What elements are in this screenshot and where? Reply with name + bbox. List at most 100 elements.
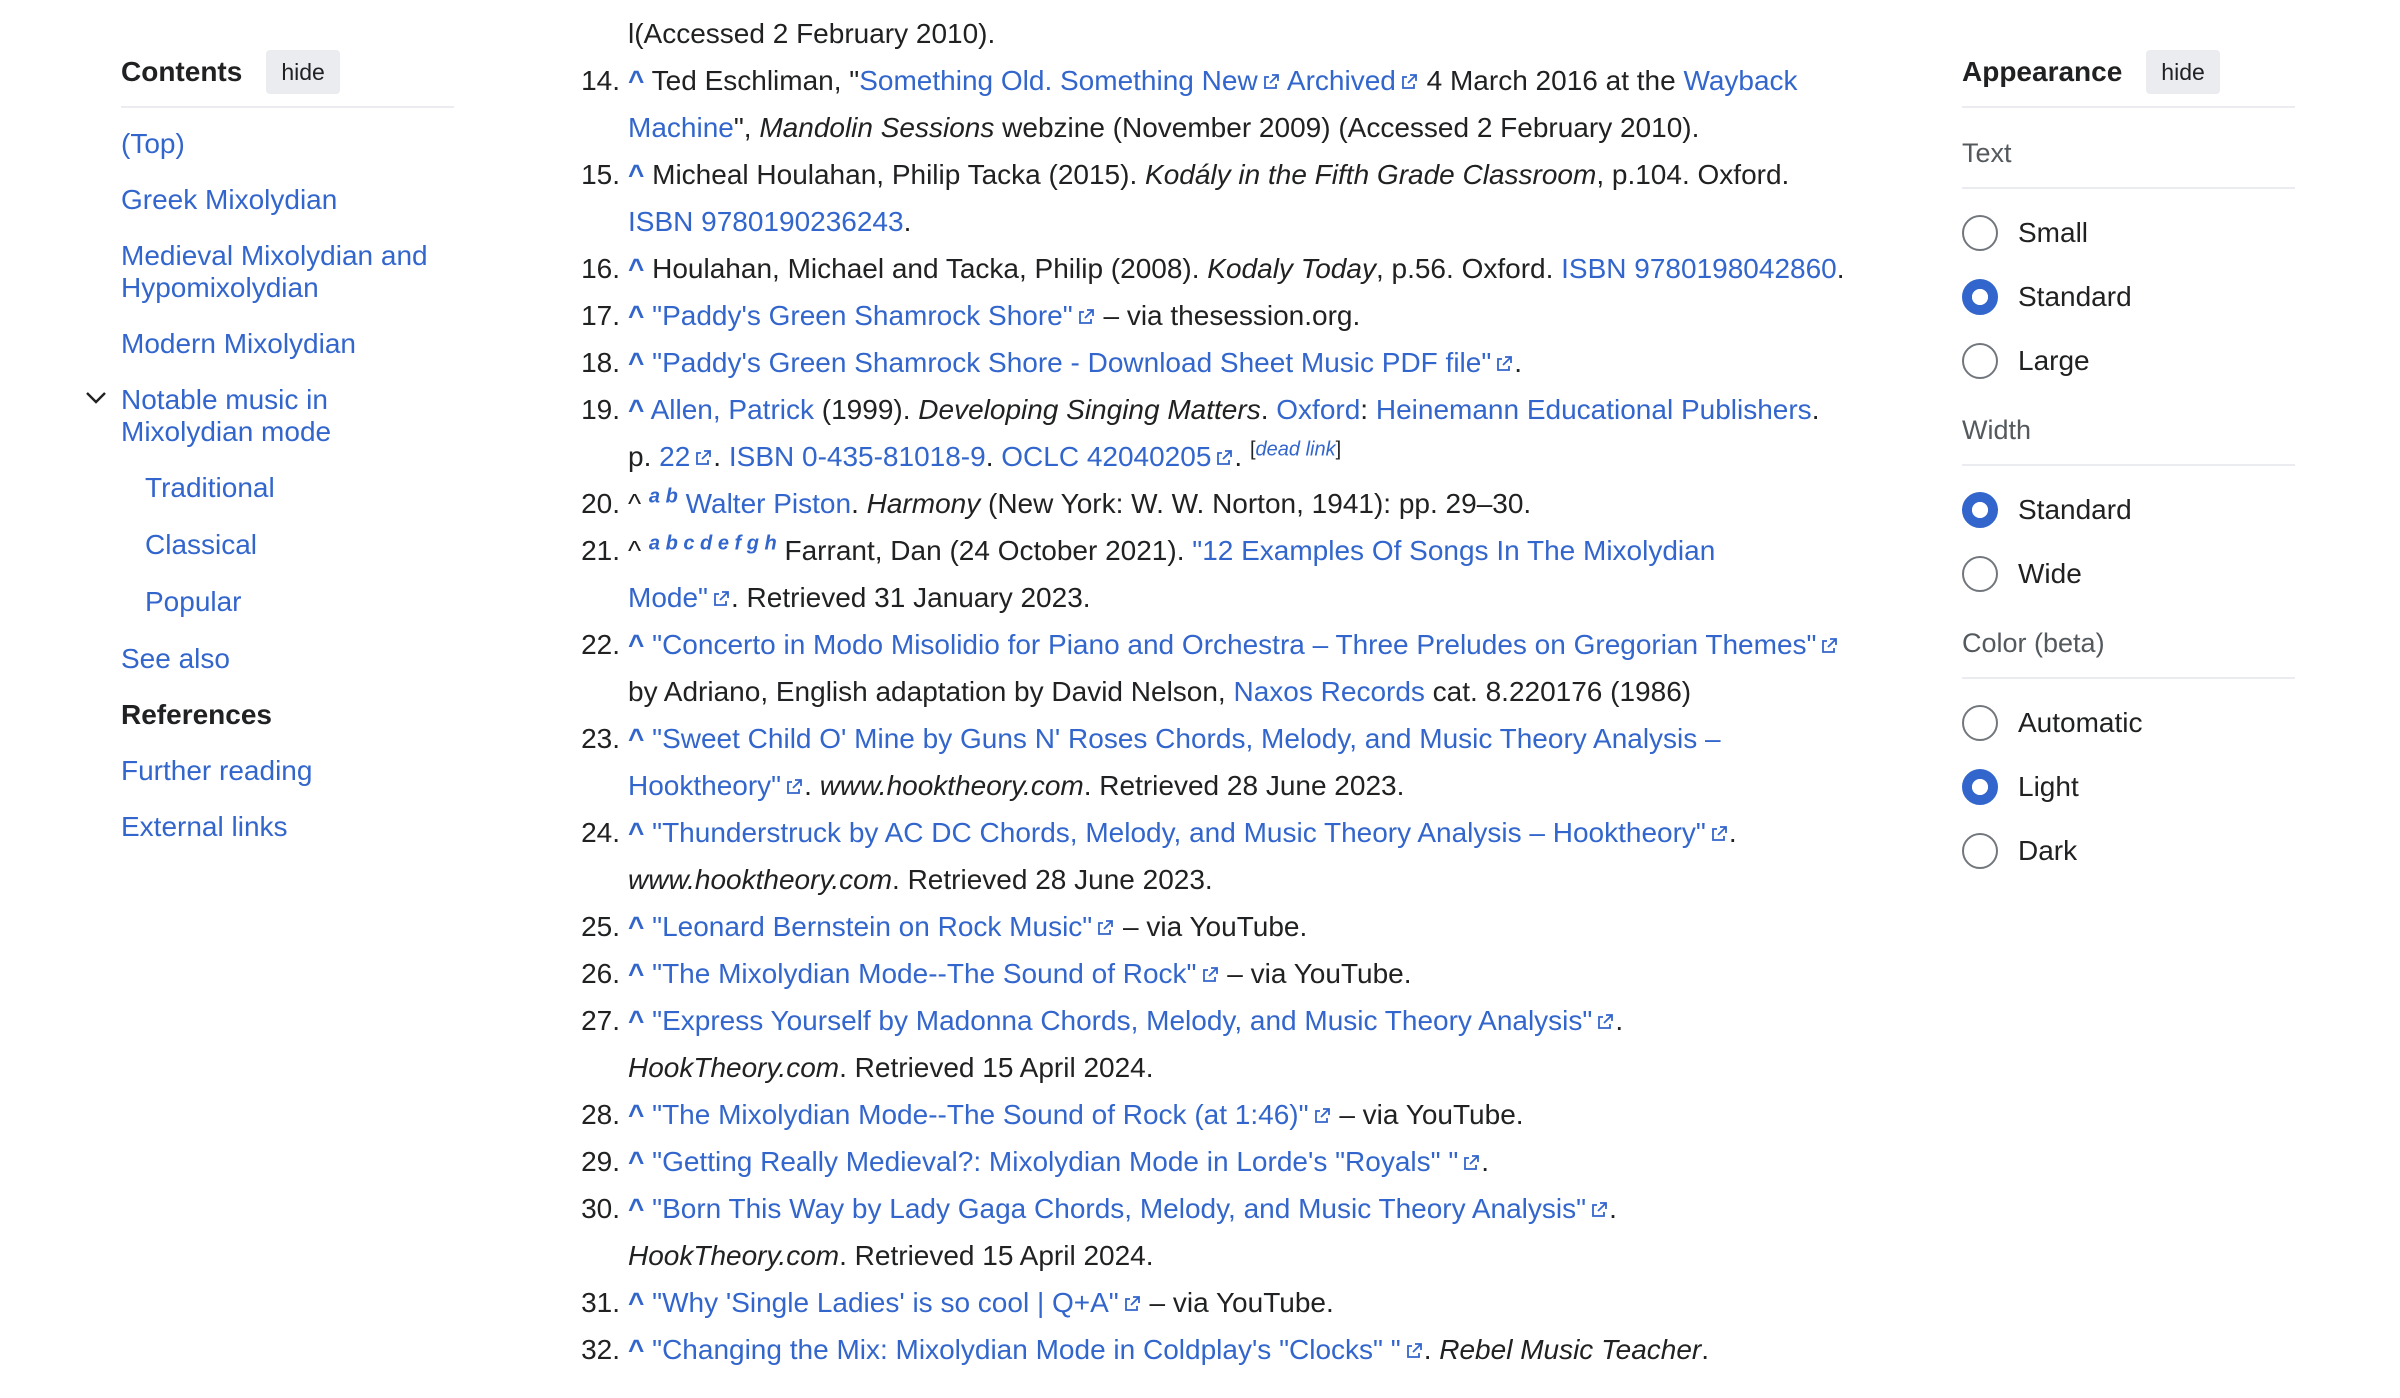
chevron-down-icon[interactable]: [83, 384, 109, 410]
reference-text: Ted Eschliman, ": [651, 65, 860, 96]
dead-link[interactable]: dead link: [1256, 439, 1336, 461]
toc-item-greek-mixolydian[interactable]: Greek Mixolydian: [121, 184, 454, 216]
reference-link[interactable]: "Why 'Single Ladies' is so cool | Q+A": [652, 1287, 1119, 1318]
backlink-caret: ^: [628, 535, 642, 566]
external-link-icon: [1461, 1153, 1481, 1173]
toc-item-classical[interactable]: Classical: [145, 529, 454, 561]
color-automatic-option[interactable]: Automatic: [1962, 691, 2295, 755]
reference-number: 22.: [581, 629, 620, 660]
backlink-caret[interactable]: ^: [628, 347, 644, 378]
radio-button-selected[interactable]: [1962, 279, 1998, 315]
backlink-caret[interactable]: ^: [628, 300, 644, 331]
toc-item-further-reading[interactable]: Further reading: [121, 755, 454, 787]
toc-item-see-also[interactable]: See also: [121, 643, 454, 675]
reference-link[interactable]: "Getting Really Medieval?: Mixolydian Mo…: [652, 1146, 1458, 1177]
toc-item-modern-mixolydian[interactable]: Modern Mixolydian: [121, 328, 454, 360]
radio-button-selected[interactable]: [1962, 492, 1998, 528]
reference-link[interactable]: "Thunderstruck by AC DC Chords, Melody, …: [652, 817, 1706, 848]
backlink-letters[interactable]: a b: [649, 486, 678, 508]
backlink-caret[interactable]: ^: [628, 394, 644, 425]
wayback-link[interactable]: Wayback: [1683, 65, 1797, 96]
backlink-caret[interactable]: ^: [628, 1146, 644, 1177]
backlink-caret[interactable]: ^: [628, 629, 644, 660]
reference-link[interactable]: "Concerto in Modo Misolidio for Piano an…: [652, 629, 1816, 660]
page-link[interactable]: 22: [659, 441, 690, 472]
radio-button[interactable]: [1962, 833, 1998, 869]
reference-text: .: [1481, 1146, 1490, 1177]
reference-text: l(Accessed 2 February 2010).: [628, 18, 996, 49]
backlink-letters[interactable]: a b c d e f g h: [649, 533, 777, 555]
isbn-link[interactable]: ISBN 9780190236243: [628, 206, 904, 237]
toc-item-traditional[interactable]: Traditional: [145, 472, 454, 504]
external-link-icon: [1076, 307, 1096, 327]
reference-item: 32. ^ "Changing the Mix: Mixolydian Mode…: [558, 1326, 1898, 1373]
reference-work-title: www.hooktheory.com: [819, 770, 1084, 801]
reference-number: 26.: [581, 958, 620, 989]
publisher-link[interactable]: Naxos Records: [1234, 676, 1425, 707]
color-dark-option[interactable]: Dark: [1962, 819, 2295, 883]
reference-link[interactable]: "Born This Way by Lady Gaga Chords, Melo…: [652, 1193, 1586, 1224]
reference-number: 31.: [581, 1287, 620, 1318]
wayback-link-cont[interactable]: Machine: [628, 112, 734, 143]
reference-link[interactable]: "12 Examples Of Songs In The Mixolydian: [1192, 535, 1715, 566]
reference-link-cont[interactable]: Hooktheory": [628, 770, 781, 801]
reference-link[interactable]: "Paddy's Green Shamrock Shore": [652, 300, 1073, 331]
reference-link[interactable]: "Leonard Bernstein on Rock Music": [652, 911, 1092, 942]
oclc-link[interactable]: OCLC 42040205: [1001, 441, 1211, 472]
reference-link[interactable]: "Express Yourself by Madonna Chords, Mel…: [652, 1005, 1592, 1036]
width-wide-option[interactable]: Wide: [1962, 542, 2295, 606]
reference-item: 26. ^ "The Mixolydian Mode--The Sound of…: [558, 950, 1898, 997]
reference-link-cont[interactable]: Mode": [628, 582, 708, 613]
backlink-caret[interactable]: ^: [628, 817, 644, 848]
toc-item-notable-music[interactable]: Notable music in Mixolydian mode: [121, 384, 331, 447]
toc-item-references-current[interactable]: References: [121, 699, 454, 731]
toc-item-top[interactable]: (Top): [121, 128, 454, 160]
radio-button[interactable]: [1962, 705, 1998, 741]
archived-link[interactable]: Archived: [1287, 65, 1396, 96]
radio-button[interactable]: [1962, 343, 1998, 379]
text-size-standard-option[interactable]: Standard: [1962, 265, 2295, 329]
radio-button-selected[interactable]: [1962, 769, 1998, 805]
radio-button[interactable]: [1962, 556, 1998, 592]
backlink-caret[interactable]: ^: [628, 1287, 644, 1318]
text-size-small-option[interactable]: Small: [1962, 201, 2295, 265]
backlink-caret[interactable]: ^: [628, 1005, 644, 1036]
backlink-caret[interactable]: ^: [628, 159, 644, 190]
reference-number: 17.: [581, 300, 620, 331]
author-link[interactable]: Walter Piston: [686, 488, 851, 519]
reference-text: – via YouTube.: [1331, 1099, 1524, 1130]
backlink-caret[interactable]: ^: [628, 958, 644, 989]
backlink-caret[interactable]: ^: [628, 1099, 644, 1130]
reference-link[interactable]: "Changing the Mix: Mixolydian Mode in Co…: [652, 1334, 1401, 1365]
reference-link[interactable]: Something Old. Something New: [859, 65, 1257, 96]
backlink-caret[interactable]: ^: [628, 65, 644, 96]
reference-link[interactable]: "Paddy's Green Shamrock Shore - Download…: [652, 347, 1491, 378]
isbn-link[interactable]: ISBN 9780198042860: [1561, 253, 1837, 284]
backlink-caret[interactable]: ^: [628, 1193, 644, 1224]
appearance-hide-button[interactable]: hide: [2146, 50, 2220, 94]
backlink-caret[interactable]: ^: [628, 723, 644, 754]
isbn-link[interactable]: ISBN 0-435-81018-9: [729, 441, 986, 472]
backlink-caret[interactable]: ^: [628, 911, 644, 942]
radio-button[interactable]: [1962, 215, 1998, 251]
reference-text: – via YouTube.: [1219, 958, 1412, 989]
width-standard-option[interactable]: Standard: [1962, 478, 2295, 542]
text-size-large-option[interactable]: Large: [1962, 329, 2295, 393]
reference-link[interactable]: "The Mixolydian Mode--The Sound of Rock …: [652, 1099, 1308, 1130]
toc-item-popular[interactable]: Popular: [145, 586, 454, 618]
author-link[interactable]: Allen, Patrick: [651, 394, 814, 425]
color-light-option[interactable]: Light: [1962, 755, 2295, 819]
reference-link[interactable]: "The Mixolydian Mode--The Sound of Rock": [652, 958, 1196, 989]
toc-hide-button[interactable]: hide: [266, 50, 340, 94]
external-link-icon: [1819, 636, 1839, 656]
reference-text: – via YouTube.: [1141, 1287, 1334, 1318]
publisher-link[interactable]: Heinemann Educational Publishers: [1376, 394, 1812, 425]
reference-number: 19.: [581, 394, 620, 425]
backlink-caret[interactable]: ^: [628, 253, 644, 284]
reference-item: 16. ^ Houlahan, Michael and Tacka, Phili…: [558, 245, 1898, 292]
reference-link[interactable]: "Sweet Child O' Mine by Guns N' Roses Ch…: [652, 723, 1720, 754]
toc-item-medieval-mixolydian[interactable]: Medieval Mixolydian and Hypomixolydian: [121, 240, 451, 304]
toc-item-external-links[interactable]: External links: [121, 811, 454, 843]
location-link[interactable]: Oxford: [1276, 394, 1360, 425]
backlink-caret[interactable]: ^: [628, 1334, 644, 1365]
